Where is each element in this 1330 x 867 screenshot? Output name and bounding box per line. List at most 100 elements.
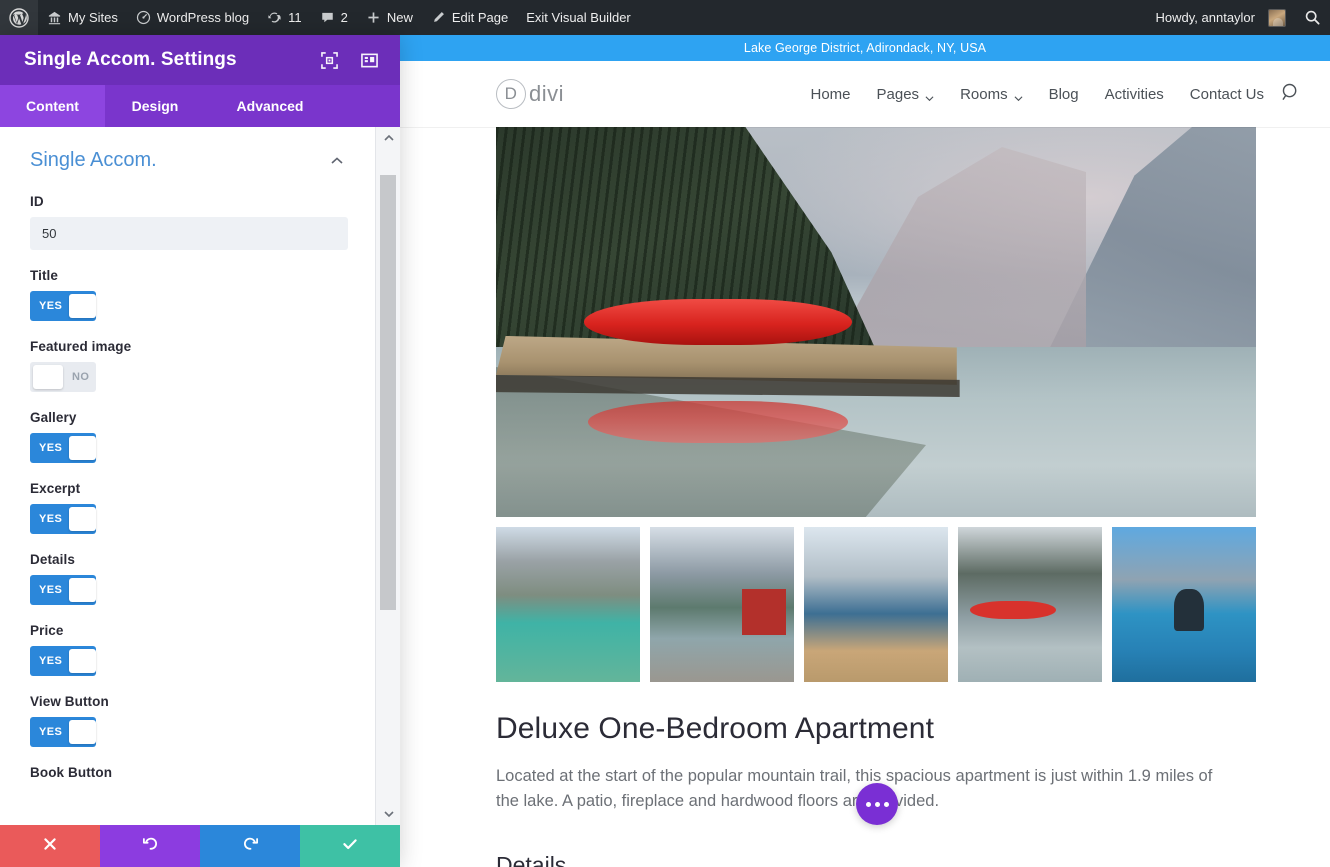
- divi-logo-mark: D: [496, 79, 526, 109]
- admin-bar-label: 2: [340, 10, 348, 25]
- panel-layout-icon[interactable]: [356, 47, 382, 73]
- sites-icon: [47, 10, 62, 25]
- gallery-thumbnail[interactable]: [496, 527, 640, 682]
- tab-label: Content: [26, 98, 79, 114]
- announcement-bar: Lake George District, Adirondack, NY, US…: [400, 35, 1330, 61]
- title-toggle[interactable]: YES: [30, 291, 96, 321]
- nav-label: Activities: [1104, 85, 1164, 103]
- nav-item-home[interactable]: Home: [811, 86, 851, 103]
- account-menu[interactable]: Howdy, anntaylor: [1147, 0, 1295, 35]
- chevron-down-icon: [1014, 90, 1023, 101]
- search-icon: [1304, 9, 1321, 26]
- ellipsis-icon-dot: [865, 801, 871, 807]
- field-label: Book Button: [30, 765, 113, 780]
- redo-button[interactable]: [200, 825, 300, 867]
- admin-bar-item-new[interactable]: New: [357, 0, 422, 35]
- gallery-thumbnail[interactable]: [650, 527, 794, 682]
- gallery-toggle[interactable]: YES: [30, 433, 96, 463]
- gallery-thumbnail[interactable]: [804, 527, 948, 682]
- admin-bar-label: New: [386, 10, 413, 25]
- wordpress-logo-icon: [9, 7, 29, 28]
- scroll-up-arrow-icon[interactable]: [376, 127, 400, 149]
- settings-scrollbar[interactable]: [375, 127, 400, 825]
- nav-item-blog[interactable]: Blog: [1049, 86, 1079, 103]
- toggle-value: YES: [39, 655, 63, 667]
- hero-image[interactable]: [496, 127, 1256, 517]
- settings-group-header[interactable]: Single Accom.: [0, 145, 375, 176]
- admin-bar-item-my-sites[interactable]: My Sites: [38, 0, 127, 35]
- page-title: Single Accom. Settings: [24, 49, 237, 70]
- module-settings-fab[interactable]: [856, 783, 898, 825]
- field-label: Featured image: [30, 339, 132, 354]
- toggle-knob: [69, 649, 96, 673]
- gallery-thumbnail[interactable]: [1112, 527, 1256, 682]
- tab-label: Design: [131, 98, 179, 114]
- check-icon: [341, 835, 359, 858]
- nav-item-rooms[interactable]: Rooms: [960, 86, 1023, 103]
- tab-design[interactable]: Design: [105, 85, 205, 127]
- divi-logo[interactable]: D divi: [496, 79, 564, 109]
- price-toggle[interactable]: YES: [30, 646, 96, 676]
- admin-bar-label: WordPress blog: [156, 10, 250, 25]
- ellipsis-icon-dot: [883, 801, 889, 807]
- field-title: Title YES: [0, 268, 375, 321]
- save-button[interactable]: [300, 825, 400, 867]
- settings-action-bar: [0, 825, 400, 867]
- site-preview: Lake George District, Adirondack, NY, US…: [400, 35, 1330, 867]
- admin-bar-item-updates[interactable]: 11: [258, 0, 311, 35]
- admin-bar-item-exit-visual-builder[interactable]: Exit Visual Builder: [517, 0, 640, 35]
- settings-group-title: Single Accom.: [30, 149, 157, 171]
- toggle-value: YES: [39, 584, 63, 596]
- pencil-icon: [431, 10, 446, 25]
- toggle-value: YES: [39, 300, 63, 312]
- search-icon[interactable]: [1281, 82, 1302, 107]
- admin-bar-item-edit-page[interactable]: Edit Page: [422, 0, 517, 35]
- nav-item-pages[interactable]: Pages: [877, 86, 935, 103]
- undo-button[interactable]: [100, 825, 200, 867]
- scroll-down-arrow-icon[interactable]: [376, 803, 400, 825]
- admin-bar-label: Exit Visual Builder: [526, 10, 631, 25]
- view-button-toggle[interactable]: YES: [30, 717, 96, 747]
- toggle-value: YES: [39, 513, 63, 525]
- field-details: Details YES: [0, 552, 375, 605]
- tab-advanced[interactable]: Advanced: [205, 85, 335, 127]
- featured-image-toggle[interactable]: NO: [30, 362, 96, 392]
- close-button[interactable]: [0, 825, 100, 867]
- admin-bar-account-area: Howdy, anntaylor: [1147, 0, 1330, 35]
- chevron-up-icon: [329, 153, 345, 169]
- nav-item-activities[interactable]: Activities: [1105, 86, 1164, 103]
- field-view-button: View Button YES: [0, 694, 375, 747]
- avatar: [1268, 8, 1286, 27]
- field-excerpt: Excerpt YES: [0, 481, 375, 534]
- toggle-knob: [69, 294, 96, 318]
- toggle-knob: [33, 365, 63, 389]
- details-toggle[interactable]: YES: [30, 575, 96, 605]
- field-label: Gallery: [30, 410, 77, 425]
- admin-bar-search-button[interactable]: [1295, 0, 1330, 35]
- field-label: Title: [30, 268, 59, 283]
- admin-bar-label: My Sites: [68, 10, 118, 25]
- comments-icon: [320, 10, 335, 25]
- id-input[interactable]: 50: [30, 217, 348, 250]
- excerpt-toggle[interactable]: YES: [30, 504, 96, 534]
- scrollbar-thumb[interactable]: [380, 175, 396, 610]
- nav-label: Rooms: [960, 85, 1008, 103]
- settings-panel-header: Single Accom. Settings: [0, 35, 400, 85]
- announcement-text: Lake George District, Adirondack, NY, US…: [743, 41, 987, 55]
- gallery-thumbnails: [496, 527, 1256, 682]
- nav-item-contact-us[interactable]: Contact Us: [1190, 86, 1264, 103]
- admin-bar-item-comments[interactable]: 2: [311, 0, 357, 35]
- focus-target-icon[interactable]: [316, 47, 342, 73]
- nav-label: Contact Us: [1189, 85, 1264, 103]
- nav-label: Home: [810, 85, 851, 103]
- nav-label: Pages: [876, 85, 920, 103]
- wordpress-logo-button[interactable]: [0, 0, 38, 35]
- chevron-down-icon: [925, 90, 934, 101]
- redo-icon: [242, 835, 259, 857]
- field-price: Price YES: [0, 623, 375, 676]
- admin-bar-item-wordpress-blog[interactable]: WordPress blog: [127, 0, 258, 35]
- gallery-thumbnail[interactable]: [958, 527, 1102, 682]
- field-label: Excerpt: [30, 481, 81, 496]
- page-content: Deluxe One-Bedroom Apartment Located at …: [400, 127, 1330, 867]
- tab-content[interactable]: Content: [0, 85, 105, 127]
